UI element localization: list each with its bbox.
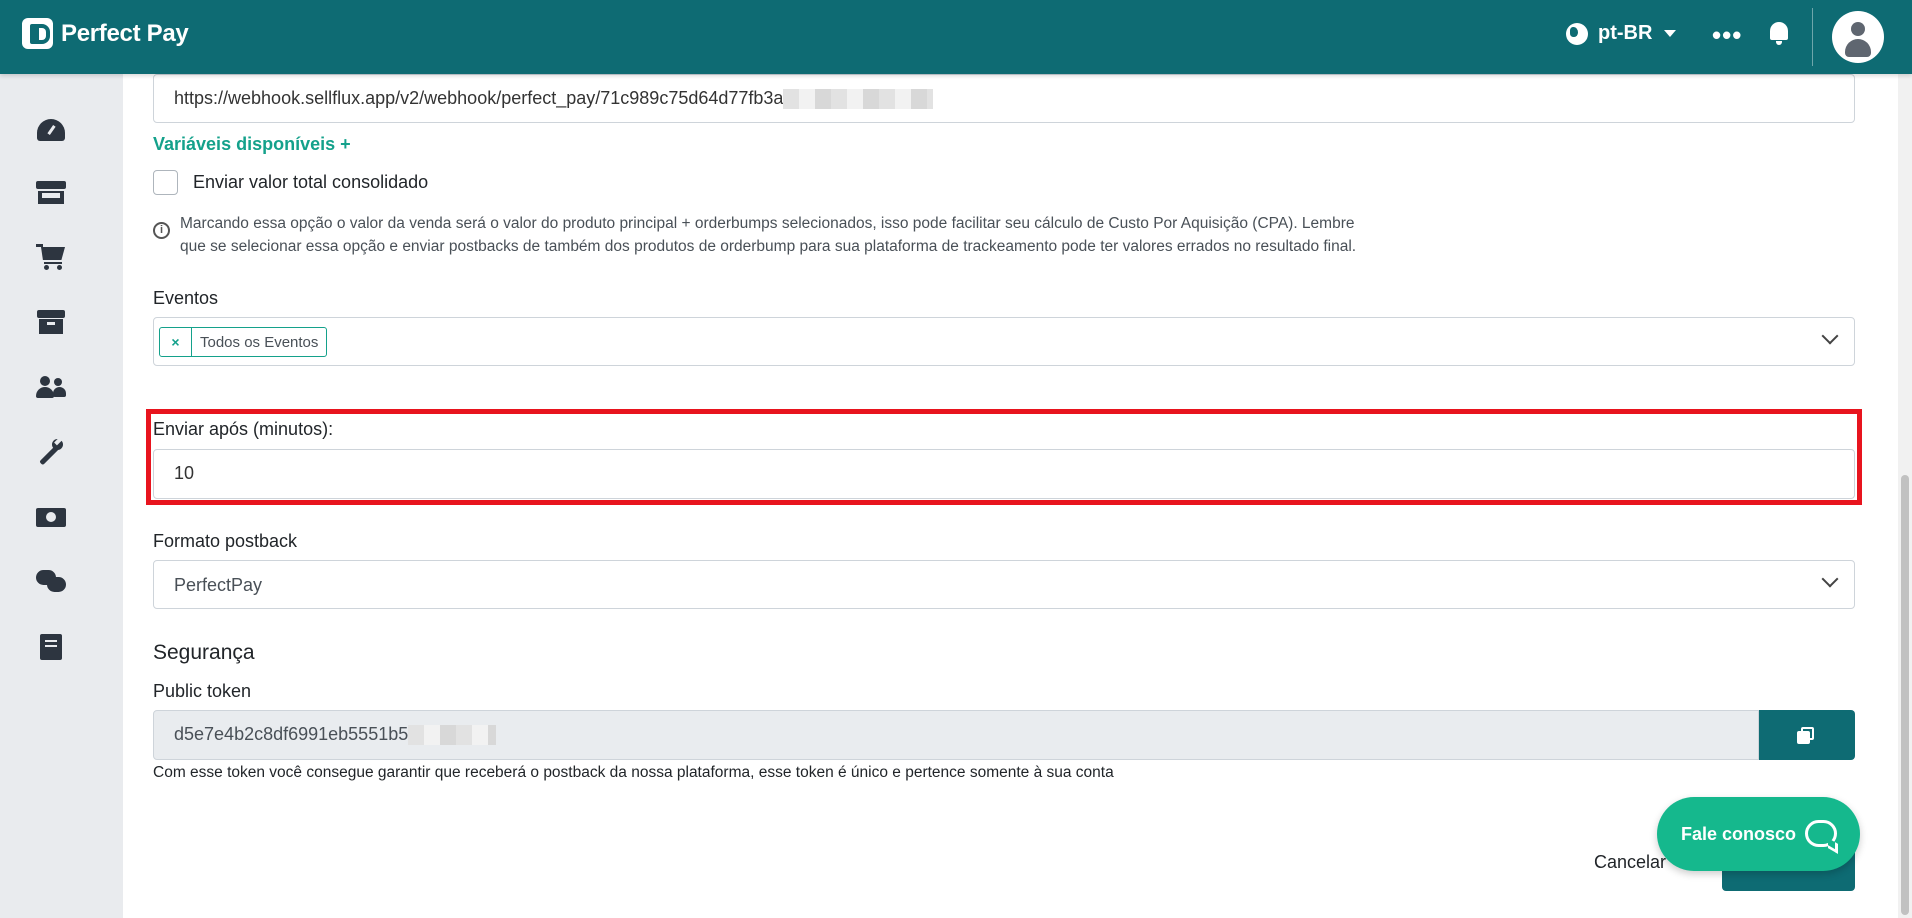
consolidated-total-checkbox[interactable] <box>153 170 178 195</box>
more-icon[interactable]: ••• <box>1712 20 1742 51</box>
info-text-line-1: Marcando essa opção o valor da venda ser… <box>180 215 1355 232</box>
wrench-icon[interactable] <box>36 437 66 466</box>
dashboard-icon[interactable] <box>36 115 66 141</box>
postback-format-value: PerfectPay <box>174 575 263 595</box>
send-after-minutes-input[interactable]: 10 <box>153 449 1855 499</box>
events-select[interactable]: × Todos os Eventos <box>153 317 1855 366</box>
topbar-divider <box>1812 8 1813 66</box>
scrollbar-thumb[interactable] <box>1901 475 1909 915</box>
contact-us-button[interactable]: Fale conosco <box>1657 797 1860 871</box>
chat-icon[interactable] <box>36 569 66 595</box>
box-icon[interactable] <box>36 309 66 335</box>
book-icon[interactable] <box>36 634 66 660</box>
consolidated-info-text: Marcando essa opção o valor da venda ser… <box>180 212 1470 258</box>
store-icon[interactable] <box>36 179 66 205</box>
chevron-down-icon[interactable] <box>1821 327 1839 345</box>
cancel-button[interactable]: Cancelar <box>1594 852 1666 873</box>
consolidated-total-label[interactable]: Enviar valor total consolidado <box>193 172 428 193</box>
language-selector[interactable]: pt-BR <box>1566 22 1677 45</box>
brand-name: Perfect Pay <box>61 19 189 47</box>
info-icon: i <box>153 222 170 239</box>
cart-icon[interactable] <box>36 244 66 270</box>
user-avatar-icon[interactable] <box>1832 11 1884 63</box>
events-label: Eventos <box>153 288 219 308</box>
info-text-line-2: que se selecionar essa opção e enviar po… <box>180 238 1357 255</box>
redacted-blur <box>783 89 934 110</box>
webhook-url-value: https://webhook.sellflux.app/v2/webhook/… <box>174 88 784 108</box>
language-label: pt-BR <box>1598 22 1653 44</box>
public-token-input[interactable]: d5e7e4b2c8df6991eb5551b5 <box>153 710 1759 760</box>
redacted-blur <box>408 725 497 746</box>
money-icon[interactable] <box>36 504 66 530</box>
send-after-label: Enviar após (minutos): <box>153 419 334 439</box>
users-icon[interactable] <box>36 374 66 400</box>
chevron-down-icon <box>1664 30 1677 37</box>
event-tag: × Todos os Eventos <box>159 327 328 357</box>
bell-icon[interactable] <box>1768 20 1790 46</box>
postback-format-label: Formato postback <box>153 531 298 551</box>
remove-tag-icon[interactable]: × <box>160 328 192 356</box>
webhook-url-input[interactable]: https://webhook.sellflux.app/v2/webhook/… <box>153 74 1855 123</box>
contact-us-label: Fale conosco <box>1681 823 1797 844</box>
security-section-title: Segurança <box>153 641 255 664</box>
sidebar <box>0 74 102 918</box>
available-variables-link[interactable]: Variáveis disponíveis + <box>153 134 351 155</box>
public-token-label: Public token <box>153 681 252 701</box>
event-tag-label: Todos os Eventos <box>200 333 319 351</box>
postback-format-select[interactable]: PerfectPay <box>153 560 1855 609</box>
copy-token-button[interactable] <box>1759 710 1855 760</box>
top-navbar: Perfect Pay pt-BR ••• <box>0 0 1912 74</box>
chevron-down-icon[interactable] <box>1821 570 1839 588</box>
logo-icon <box>22 18 53 49</box>
brand-logo[interactable]: Perfect Pay <box>22 18 189 49</box>
public-token-value: d5e7e4b2c8df6991eb5551b5 <box>174 724 409 744</box>
globe-icon <box>1566 22 1588 45</box>
public-token-help: Com esse token você consegue garantir qu… <box>153 764 1114 781</box>
send-after-value: 10 <box>174 463 195 483</box>
